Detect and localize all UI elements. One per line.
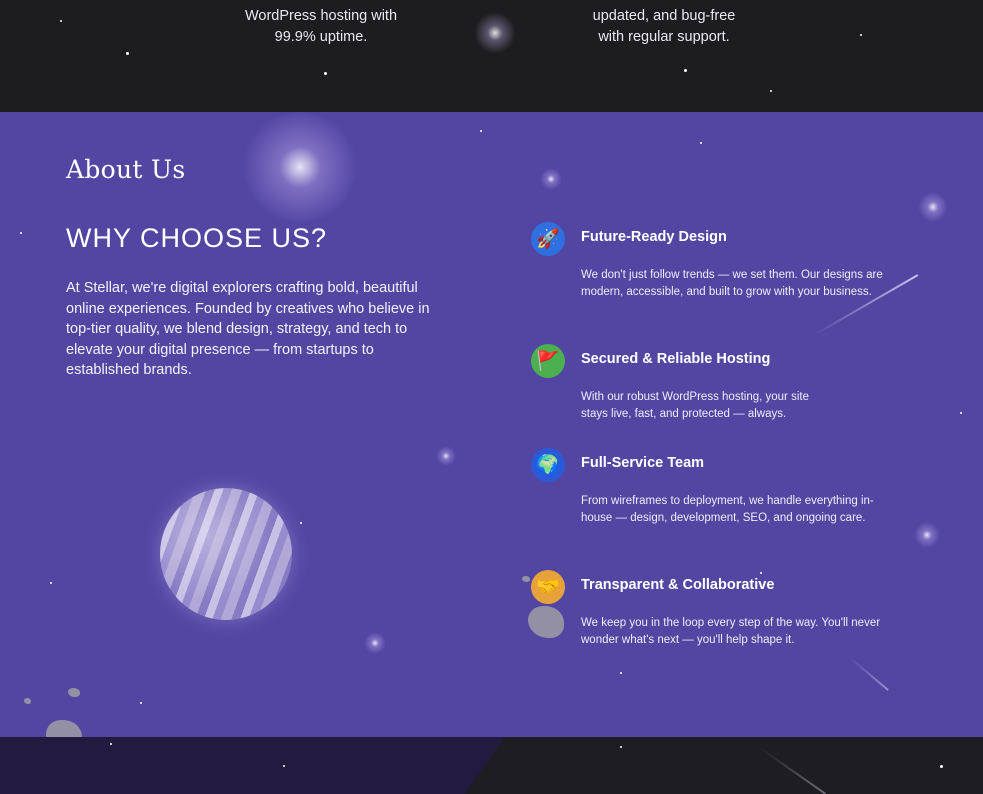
feature-description: We don't just follow trends — we set the… [581,269,883,298]
star-decoration [684,69,687,72]
star-decoration [620,746,622,748]
collaboration-icon: 🤝 [531,570,565,604]
feature-title: Future-Ready Design [581,229,727,245]
star-decoration [860,34,862,36]
feature-title: Full-Service Team [581,455,705,471]
hosting-section-partial: WordPress hosting with 99.9% uptime. upd… [0,0,983,112]
sparkle-decoration [436,446,456,466]
maintenance-line-1: updated, and bug-free [592,8,736,24]
feature-title: Secured & Reliable Hosting [581,351,771,367]
sparkle-decoration [914,522,940,548]
asteroid-illustration [46,720,82,737]
diagonal-purple-shape [0,737,505,794]
maintenance-text: updated, and bug-free with regular suppo… [569,6,759,47]
star-decoration [324,72,327,75]
star-decoration [700,142,702,144]
feature-description: From wireframes to deployment, we handle… [581,495,874,524]
section-title: About Us [66,155,186,184]
hosting-uptime-text: WordPress hosting with 99.9% uptime. [226,6,416,47]
sparkle-decoration [364,632,386,654]
sparkle-decoration [540,168,562,190]
asteroid-illustration [24,698,31,704]
bright-star-decoration [240,112,360,222]
star-decoration [126,52,129,55]
star-decoration [300,522,302,524]
feature-secured-hosting: 🚩 Secured & Reliable Hosting With our ro… [531,344,911,434]
next-section-partial [0,737,983,794]
star-decoration [960,412,962,414]
planet-flag-icon: 🚩 [531,344,565,378]
star-decoration [140,702,142,704]
why-choose-us-heading: WHY CHOOSE US? [66,223,328,253]
globe-orbit-icon: 🌍 [531,448,565,482]
hosting-uptime-line-1: WordPress hosting with [244,8,398,24]
asteroid-illustration [522,576,530,582]
star-decoration [50,582,52,584]
star-decoration [770,90,772,92]
star-decoration [20,232,22,234]
intro-paragraph: At Stellar, we're digital explorers craf… [66,280,430,378]
star-decoration [480,130,482,132]
star-decoration [110,743,112,745]
feature-transparent-collaborative: 🤝 Transparent & Collaborative We keep yo… [531,570,911,660]
feature-description: We keep you in the loop every step of th… [581,617,881,646]
feature-full-service-team: 🌍 Full-Service Team From wireframes to d… [531,448,911,548]
about-section: About Us WHY CHOOSE US? At Stellar, we'r… [0,112,983,737]
planet-illustration [160,488,292,620]
star-decoration [620,672,622,674]
sparkle-decoration [474,12,516,54]
maintenance-line-2: with regular support. [598,28,730,45]
feature-description: With our robust WordPress hosting, your … [581,391,809,420]
sparkle-decoration [918,192,948,222]
star-decoration [283,765,285,767]
feature-future-ready-design: 🚀 Future-Ready Design We don't just foll… [531,222,911,322]
star-decoration [940,765,943,768]
shooting-star-decoration [849,657,889,691]
hosting-uptime-line-2: 99.9% uptime. [274,28,368,45]
rocket-icon: 🚀 [531,222,565,256]
feature-title: Transparent & Collaborative [581,577,775,593]
shooting-star-decoration [759,747,827,794]
star-decoration [60,20,62,22]
asteroid-illustration [68,688,80,697]
